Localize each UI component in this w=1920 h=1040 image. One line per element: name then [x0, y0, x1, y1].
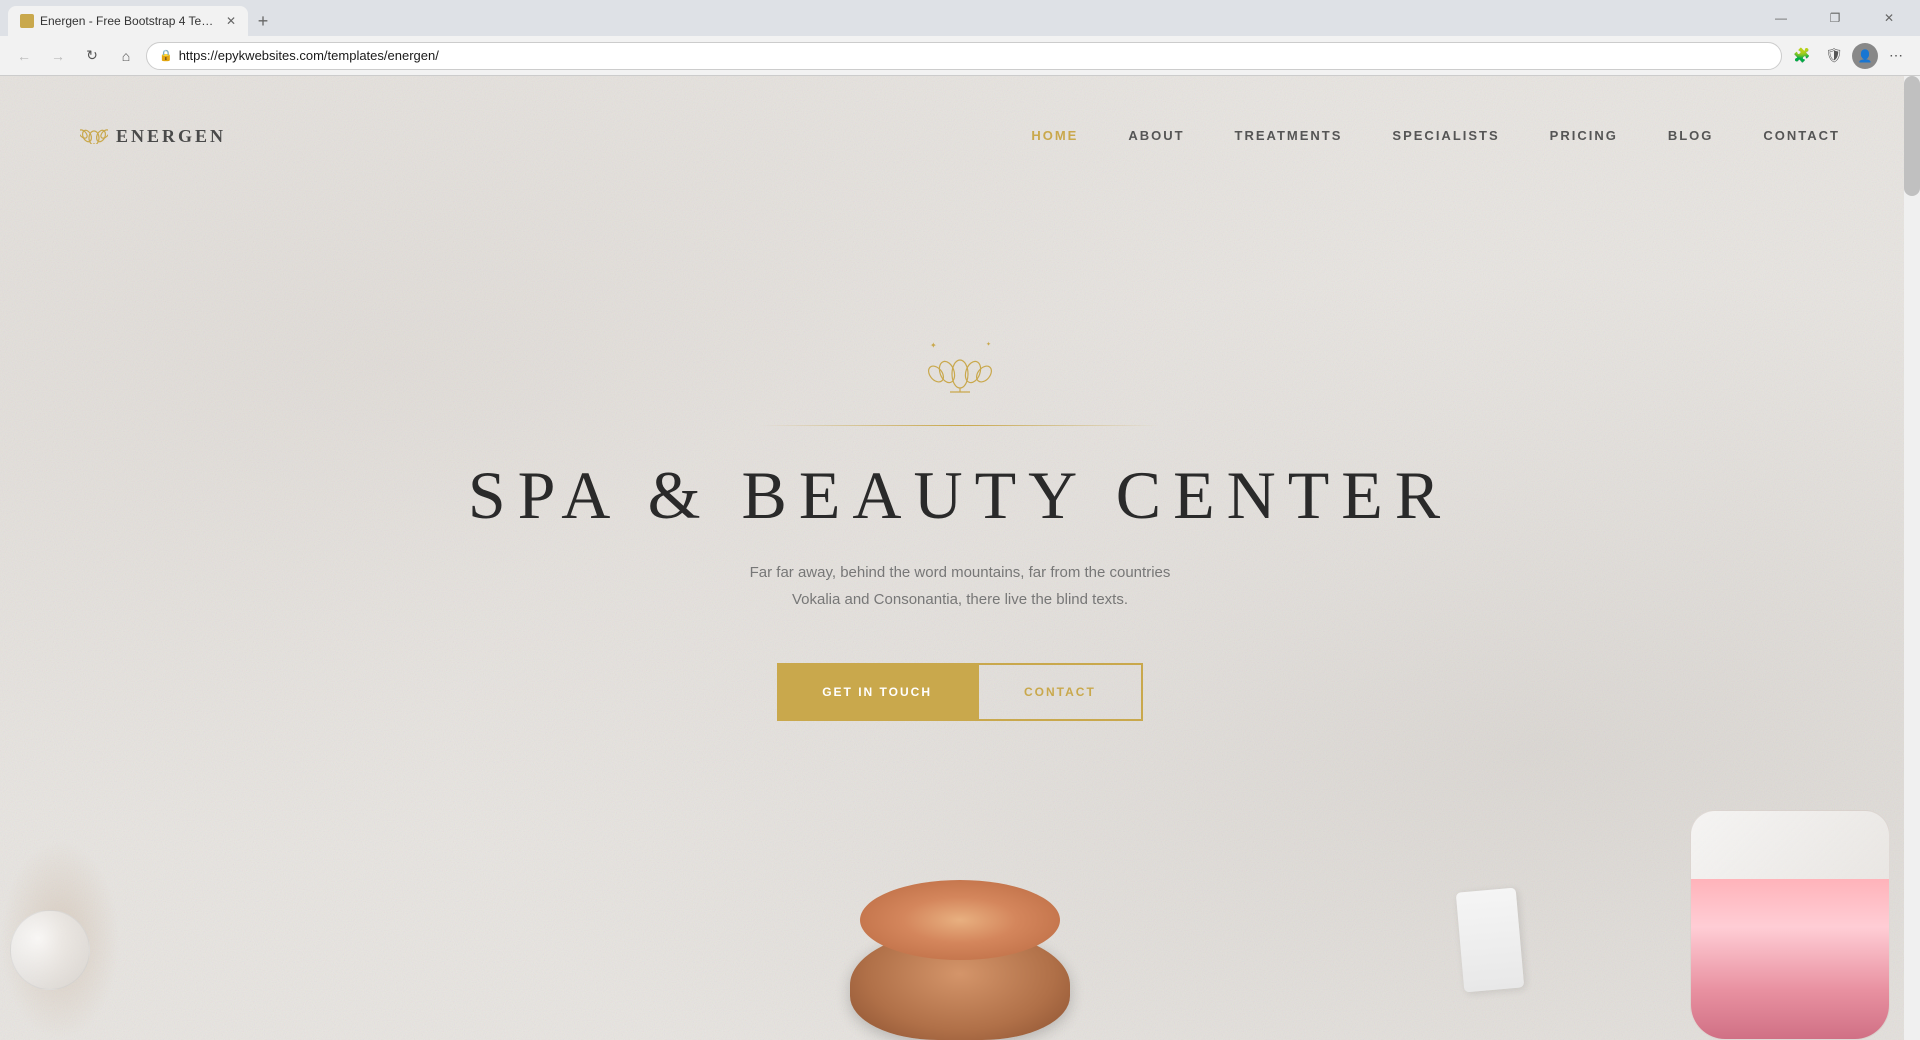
nav-link-blog[interactable]: BLOG — [1668, 128, 1714, 143]
nav-link-home[interactable]: HOME — [1031, 128, 1078, 143]
nav-item-treatments[interactable]: TREATMENTS — [1235, 127, 1343, 145]
nav-item-specialists[interactable]: SPECIALISTS — [1392, 127, 1499, 145]
hero-section: ✦ ✦ SPA & BEAUTY CENTER Far far away, be… — [0, 76, 1920, 1040]
contact-button[interactable]: CONTACT — [977, 663, 1143, 721]
window-controls: — ❐ ✕ — [1758, 0, 1912, 36]
nav-item-about[interactable]: ABOUT — [1128, 127, 1184, 145]
hero-subtitle-line2: Vokalia and Consonantia, there live the … — [792, 591, 1128, 608]
browser-toolbar: ← → ↻ ⌂ 🔒 https://epykwebsites.com/templ… — [0, 36, 1920, 76]
browser-tab[interactable]: Energen - Free Bootstrap 4 Tem... ✕ — [8, 6, 248, 36]
address-text: https://epykwebsites.com/templates/energ… — [179, 48, 1769, 63]
hero-subtitle-line1: Far far away, behind the word mountains,… — [750, 564, 1171, 581]
minimize-button[interactable]: — — [1758, 0, 1804, 36]
extensions-icon[interactable]: 🧩 — [1788, 42, 1816, 70]
nav-item-contact[interactable]: CONTACT — [1763, 127, 1840, 145]
profile-avatar[interactable]: 👤 — [1852, 43, 1878, 69]
browser-chrome: Energen - Free Bootstrap 4 Tem... ✕ + — … — [0, 0, 1920, 76]
home-button[interactable]: ⌂ — [112, 42, 140, 70]
hero-title: SPA & BEAUTY CENTER — [468, 456, 1452, 535]
maximize-button[interactable]: ❐ — [1812, 0, 1858, 36]
browser-titlebar: Energen - Free Bootstrap 4 Tem... ✕ + — … — [0, 0, 1920, 36]
hero-buttons: GET IN TOUCH CONTACT — [777, 663, 1143, 721]
nav-item-blog[interactable]: BLOG — [1668, 127, 1714, 145]
nav-link-pricing[interactable]: PRICING — [1550, 128, 1618, 143]
back-button[interactable]: ← — [10, 42, 38, 70]
nav-menu: HOME ABOUT TREATMENTS SPECIALISTS PRICIN… — [1031, 127, 1840, 145]
new-tab-button[interactable]: + — [248, 6, 278, 36]
close-button[interactable]: ✕ — [1866, 0, 1912, 36]
menu-icon[interactable]: ⋯ — [1882, 42, 1910, 70]
reload-button[interactable]: ↻ — [78, 42, 106, 70]
logo-text: ENERGEN — [116, 126, 226, 147]
forward-button[interactable]: → — [44, 42, 72, 70]
nav-link-contact[interactable]: CONTACT — [1763, 128, 1840, 143]
lock-icon: 🔒 — [159, 49, 173, 62]
logo-link[interactable]: ENERGEN — [80, 122, 226, 150]
tab-close-icon[interactable]: ✕ — [226, 14, 236, 28]
tab-title: Energen - Free Bootstrap 4 Tem... — [40, 14, 218, 28]
navigation: ENERGEN HOME ABOUT TREATMENTS SPECIALIST… — [0, 76, 1920, 196]
address-bar[interactable]: 🔒 https://epykwebsites.com/templates/ene… — [146, 42, 1782, 70]
svg-text:✦: ✦ — [930, 341, 937, 350]
nav-item-home[interactable]: HOME — [1031, 127, 1078, 145]
tab-favicon — [20, 14, 34, 28]
nav-link-about[interactable]: ABOUT — [1128, 128, 1184, 143]
shield-icon[interactable]: 🛡 — [1820, 42, 1848, 70]
nav-link-treatments[interactable]: TREATMENTS — [1235, 128, 1343, 143]
lotus-icon: ✦ ✦ — [920, 336, 1000, 405]
nav-link-specialists[interactable]: SPECIALISTS — [1392, 128, 1499, 143]
logo-icon — [80, 122, 108, 150]
nav-item-pricing[interactable]: PRICING — [1550, 127, 1618, 145]
hero-subtitle: Far far away, behind the word mountains,… — [750, 559, 1171, 613]
toolbar-extras: 🧩 🛡 👤 ⋯ — [1788, 42, 1910, 70]
svg-text:✦: ✦ — [986, 341, 991, 348]
get-in-touch-button[interactable]: GET IN TOUCH — [777, 663, 977, 721]
hero-divider — [760, 425, 1160, 426]
website-content: ENERGEN HOME ABOUT TREATMENTS SPECIALIST… — [0, 76, 1920, 1040]
